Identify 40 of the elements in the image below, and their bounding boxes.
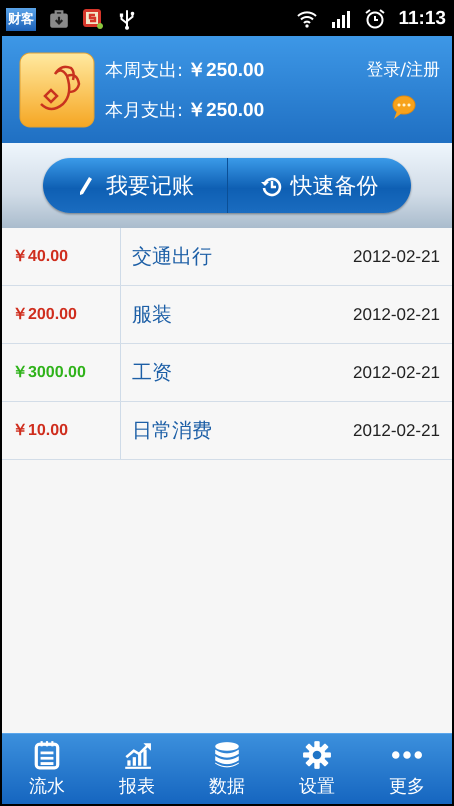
app-icon [82, 8, 104, 30]
alarm-icon [364, 8, 386, 30]
app-notification-icon: 财客 [6, 8, 36, 30]
monthly-expense-label: 本月支出: [105, 98, 184, 122]
tab-item[interactable]: 更多 [362, 734, 452, 804]
category-cell-text: 交通出行 [131, 243, 213, 270]
category-cell-text: 日常消费 [131, 417, 213, 444]
list-row[interactable]: ￥200.00 服装 2012-02-21 [2, 286, 452, 344]
database-icon [212, 740, 242, 770]
notepad-icon [32, 740, 62, 770]
history-icon [260, 174, 282, 196]
list-row[interactable]: ￥3000.00 工资 2012-02-21 [2, 344, 452, 402]
gear-icon [302, 740, 332, 770]
clock-time: 11:13 [398, 8, 446, 30]
category-cell-text: 工资 [131, 359, 173, 386]
date-cell-text: 2012-02-21 [353, 420, 441, 442]
tab-item[interactable]: 报表 [92, 734, 182, 804]
amount-cell: ￥40.00 [2, 228, 121, 285]
date-cell-text: 2012-02-21 [353, 246, 441, 268]
action-button[interactable]: 我要记账 [43, 158, 228, 213]
tab-item[interactable]: 数据 [182, 734, 272, 804]
chart-icon [122, 740, 152, 770]
category-cell-text: 服装 [131, 301, 173, 328]
monthly-expense-amount: ￥250.00 [187, 98, 264, 122]
weekly-expense-amount: ￥250.00 [187, 58, 264, 82]
amount-cell: ￥3000.00 [2, 344, 121, 401]
more-icon [392, 751, 422, 759]
tab-item[interactable]: 设置 [272, 734, 362, 804]
list-row[interactable]: ￥10.00 日常消费 2012-02-21 [2, 402, 452, 460]
date-cell-text: 2012-02-21 [353, 304, 441, 326]
date-cell-text: 2012-02-21 [353, 362, 441, 384]
weekly-expense-label: 本周支出: [105, 58, 184, 82]
amount-cell: ￥200.00 [2, 286, 121, 343]
download-icon [48, 8, 70, 30]
tab-item[interactable]: 流水 [2, 734, 92, 804]
list-row[interactable]: ￥40.00 交通出行 2012-02-21 [2, 228, 452, 286]
action-button[interactable]: 快速备份 [228, 158, 411, 213]
login-link[interactable]: 登录/注册 [366, 58, 440, 81]
amount-cell: ￥10.00 [2, 402, 121, 459]
signal-icon [330, 8, 352, 30]
